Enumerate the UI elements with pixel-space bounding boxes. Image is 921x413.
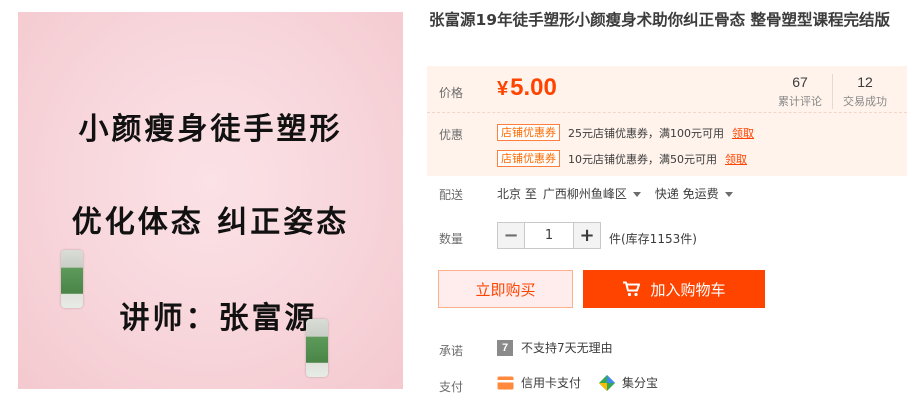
promise-row: 7 不支持7天无理由 xyxy=(497,339,613,356)
claim-coupon-link[interactable]: 领取 xyxy=(732,125,754,141)
stat-reviews-count: 67 xyxy=(792,74,808,90)
product-main-image[interactable]: 小颜瘦身徒手塑形 优化体态 纠正姿态 讲师：张富源 xyxy=(18,12,403,389)
promise-label: 承诺 xyxy=(439,344,464,358)
stat-reviews[interactable]: 67 累计评论 xyxy=(768,74,832,109)
promo-label: 优惠 xyxy=(439,128,464,142)
promise-text: 不支持7天无理由 xyxy=(521,341,613,355)
delivery-destination-value: 广西柳州鱼峰区 xyxy=(542,187,627,201)
credit-card-icon xyxy=(497,376,514,390)
payment-row: 信用卡支付 集分宝 xyxy=(497,374,658,391)
payment-method-credit: 信用卡支付 xyxy=(521,376,582,390)
coupon-text: 25元店铺优惠券，满100元可用 xyxy=(568,126,724,140)
image-text-line-1: 小颜瘦身徒手塑形 xyxy=(78,112,343,147)
payment-label: 支付 xyxy=(439,380,464,394)
image-text-line-2: 优化体态 纠正姿态 xyxy=(71,205,350,240)
stock-info: 件(库存1153件) xyxy=(609,232,697,246)
chevron-down-icon xyxy=(632,192,641,197)
currency-symbol: ¥ xyxy=(497,78,509,100)
cart-icon xyxy=(622,281,641,297)
quantity-label: 数量 xyxy=(439,232,464,246)
coupon-text: 10元店铺优惠券，满50元可用 xyxy=(568,152,717,166)
sales-stats: 67 累计评论 12 交易成功 xyxy=(768,74,897,109)
divider xyxy=(427,112,907,113)
jifenbao-icon xyxy=(599,374,616,391)
price-label: 价格 xyxy=(439,86,464,100)
coupon-tag: 店铺优惠券 xyxy=(497,124,560,141)
shipping-method-value: 快递 免运费 xyxy=(654,187,719,201)
price-value: ¥5.00 xyxy=(497,74,557,102)
stat-transactions-count: 12 xyxy=(857,74,873,90)
image-text-line-3: 讲师：张富源 xyxy=(119,301,318,336)
price-amount: 5.00 xyxy=(510,74,557,101)
stat-reviews-label: 累计评论 xyxy=(778,95,822,108)
coupon-tag: 店铺优惠券 xyxy=(497,150,560,167)
shipping-method-select[interactable]: 快递 免运费 xyxy=(655,185,733,202)
delivery-from: 北京 至 xyxy=(497,187,537,201)
delivery-label: 配送 xyxy=(439,188,464,202)
coupon-row: 店铺优惠券 10元店铺优惠券，满50元可用 领取 xyxy=(497,150,747,167)
product-title: 张富源19年徒手塑形小颜瘦身术助你纠正骨态 整骨塑型课程完结版 xyxy=(429,11,890,29)
coupon-row: 店铺优惠券 25元店铺优惠券，满100元可用 领取 xyxy=(497,124,754,141)
delivery-destination-select[interactable]: 广西柳州鱼峰区 xyxy=(543,185,641,202)
stat-transactions-label: 交易成功 xyxy=(843,95,887,108)
claim-coupon-link[interactable]: 领取 xyxy=(725,151,747,167)
decrease-quantity-button[interactable]: − xyxy=(497,222,525,249)
stat-transactions: 12 交易成功 xyxy=(832,74,897,109)
buy-now-button[interactable]: 立即购买 xyxy=(438,270,573,308)
seven-day-return-icon: 7 xyxy=(497,339,513,356)
quantity-stepper: − 1 + xyxy=(497,222,601,249)
payment-method-jifenbao: 集分宝 xyxy=(622,376,659,390)
increase-quantity-button[interactable]: + xyxy=(573,222,601,249)
add-to-cart-label: 加入购物车 xyxy=(650,280,726,299)
popsicle-decoration-icon xyxy=(306,319,328,377)
price-panel: 价格 ¥5.00 67 累计评论 12 交易成功 优惠 店铺优惠券 25元店铺优… xyxy=(427,66,907,176)
chevron-down-icon xyxy=(724,192,733,197)
quantity-input[interactable]: 1 xyxy=(525,222,573,249)
add-to-cart-button[interactable]: 加入购物车 xyxy=(583,270,765,308)
delivery-row: 北京 至 广西柳州鱼峰区 快递 免运费 xyxy=(497,185,733,202)
